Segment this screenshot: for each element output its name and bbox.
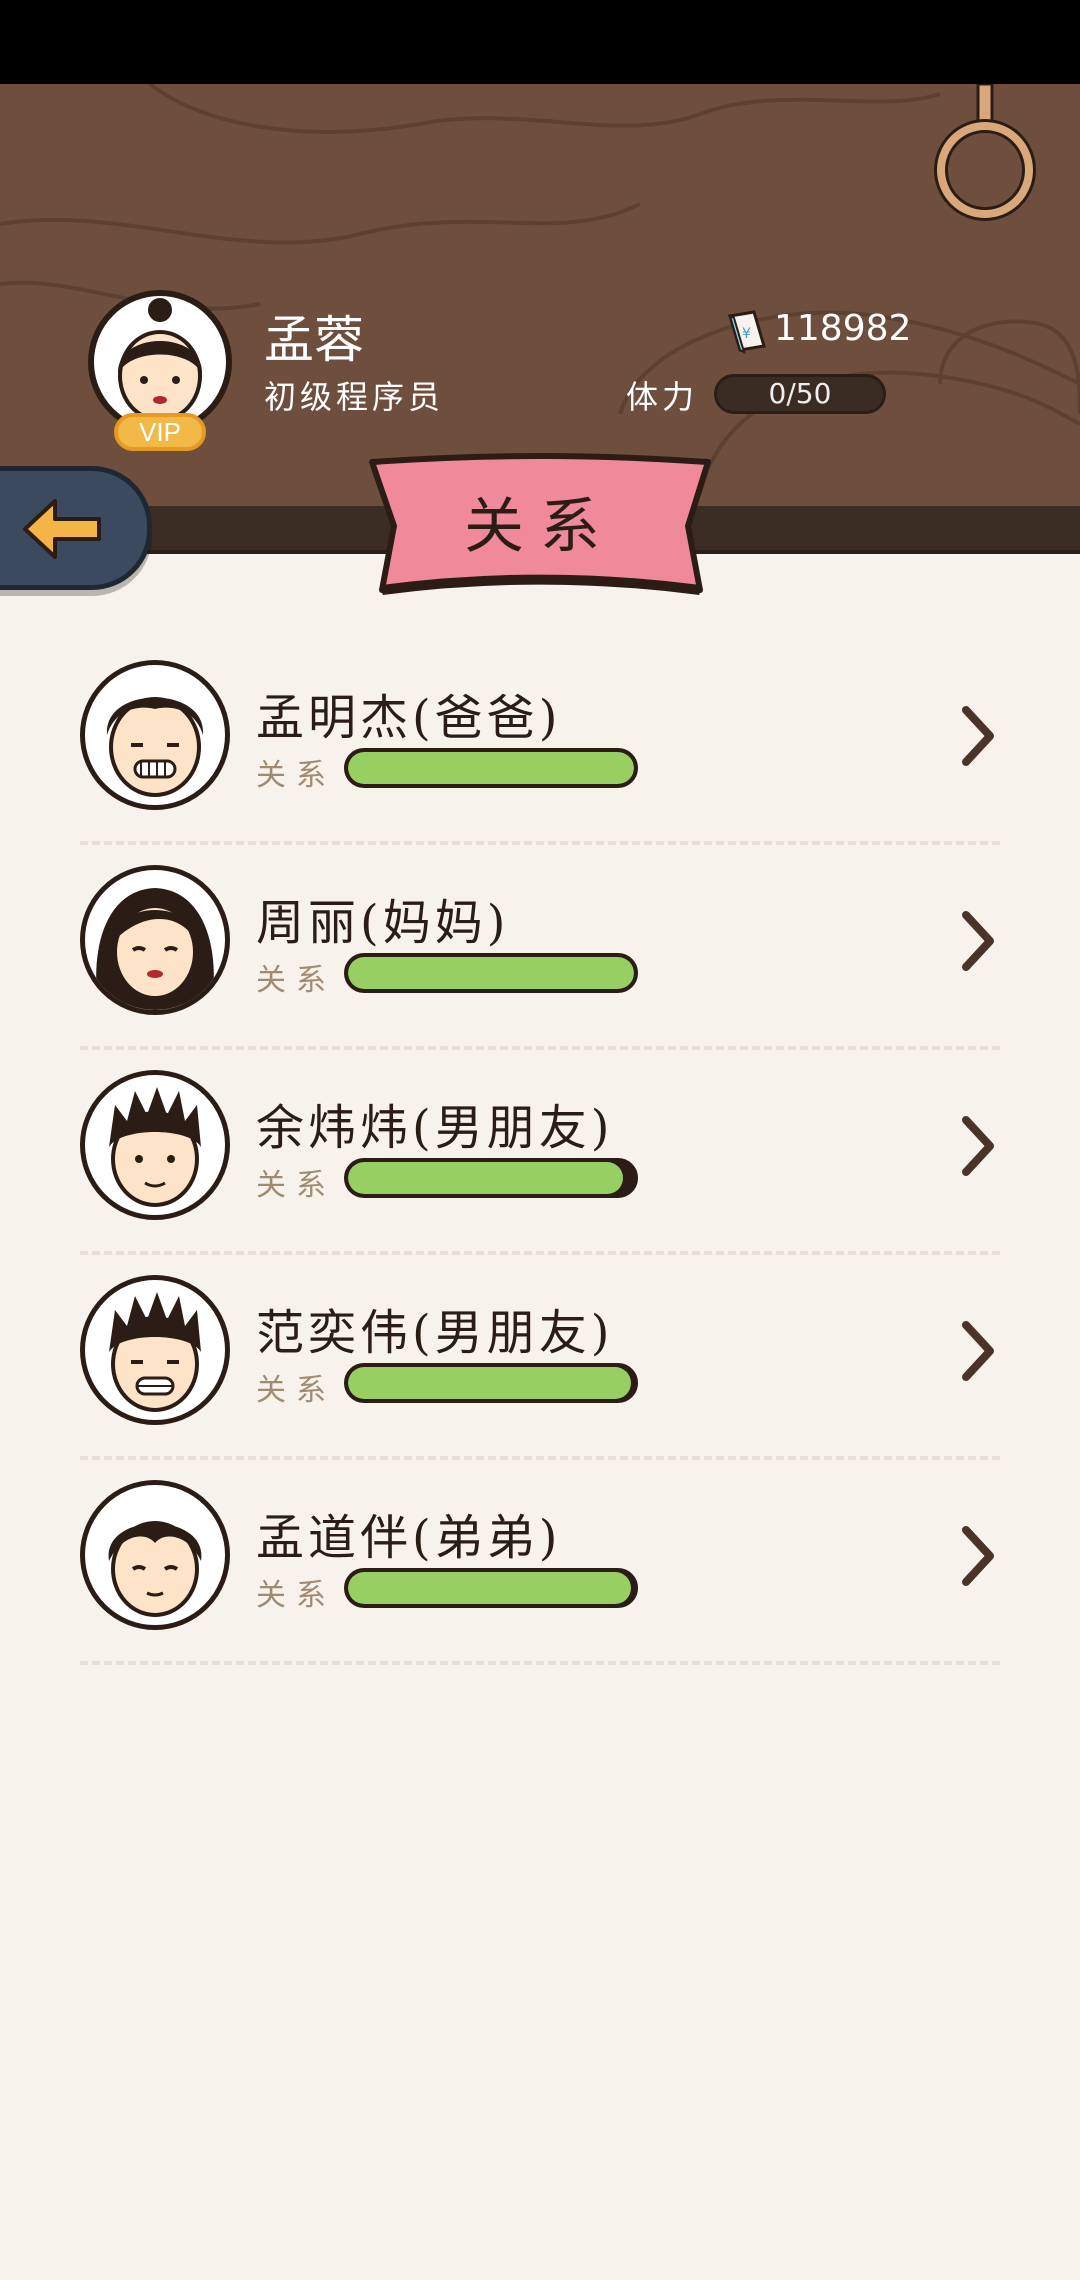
chevron-right-icon[interactable] [958, 1319, 998, 1383]
relation-avatar [80, 660, 230, 810]
relation-level-fill [348, 752, 634, 784]
relation-avatar [80, 1480, 230, 1630]
chevron-right-icon[interactable] [958, 1114, 998, 1178]
relation-item[interactable]: 孟道伴(弟弟) 关系 [80, 1460, 1000, 1665]
relation-level-bar [344, 1568, 638, 1608]
relation-label: 关系 [256, 1373, 336, 1408]
relation-avatar [80, 1070, 230, 1220]
relation-label: 关系 [256, 758, 336, 793]
back-button[interactable] [0, 466, 152, 590]
relation-name: 范奕伟(男朋友) [256, 1305, 614, 1361]
hanging-ring-icon[interactable] [930, 84, 1040, 224]
relation-item[interactable]: 范奕伟(男朋友) 关系 [80, 1255, 1000, 1460]
chevron-right-icon[interactable] [958, 704, 998, 768]
relation-level-fill [348, 1367, 632, 1399]
arrow-left-icon [23, 499, 101, 559]
relation-name: 孟道伴(弟弟) [256, 1510, 562, 1566]
relation-label: 关系 [256, 963, 336, 998]
relation-name: 孟明杰(爸爸) [256, 690, 562, 746]
relations-list: 孟明杰(爸爸) 关系 周丽(妈妈) 关系 余炜炜(男朋友) 关系 范奕伟(男朋友… [80, 640, 1000, 1665]
relation-item[interactable]: 周丽(妈妈) 关系 [80, 845, 1000, 1050]
relation-name: 余炜炜(男朋友) [256, 1100, 614, 1156]
chevron-right-icon[interactable] [958, 1524, 998, 1588]
relation-avatar [80, 1275, 230, 1425]
user-job-title: 初级程序员 [264, 378, 445, 416]
relation-avatar [80, 865, 230, 1015]
relation-name: 周丽(妈妈) [256, 895, 510, 951]
user-name: 孟蓉 [264, 311, 364, 369]
money-icon: ¥ [728, 310, 766, 354]
chevron-right-icon[interactable] [958, 909, 998, 973]
relation-level-fill [348, 957, 634, 989]
stamina-label: 体力 [626, 378, 699, 416]
relation-item[interactable]: 孟明杰(爸爸) 关系 [80, 640, 1000, 845]
relation-level-fill [348, 1572, 632, 1604]
page-title: 关系 [464, 492, 616, 562]
status-bar [0, 0, 1080, 84]
relation-level-fill [348, 1162, 623, 1194]
vip-badge: VIP [114, 413, 206, 451]
relation-level-bar [344, 953, 638, 993]
stamina-bar: 0/50 [714, 374, 886, 414]
relation-level-bar [344, 748, 638, 788]
relation-label: 关系 [256, 1578, 336, 1613]
svg-text:¥: ¥ [742, 326, 751, 342]
relation-level-bar [344, 1158, 638, 1198]
money-value: 118982 [774, 308, 912, 349]
relation-level-bar [344, 1363, 638, 1403]
relation-item[interactable]: 余炜炜(男朋友) 关系 [80, 1050, 1000, 1255]
relation-label: 关系 [256, 1168, 336, 1203]
